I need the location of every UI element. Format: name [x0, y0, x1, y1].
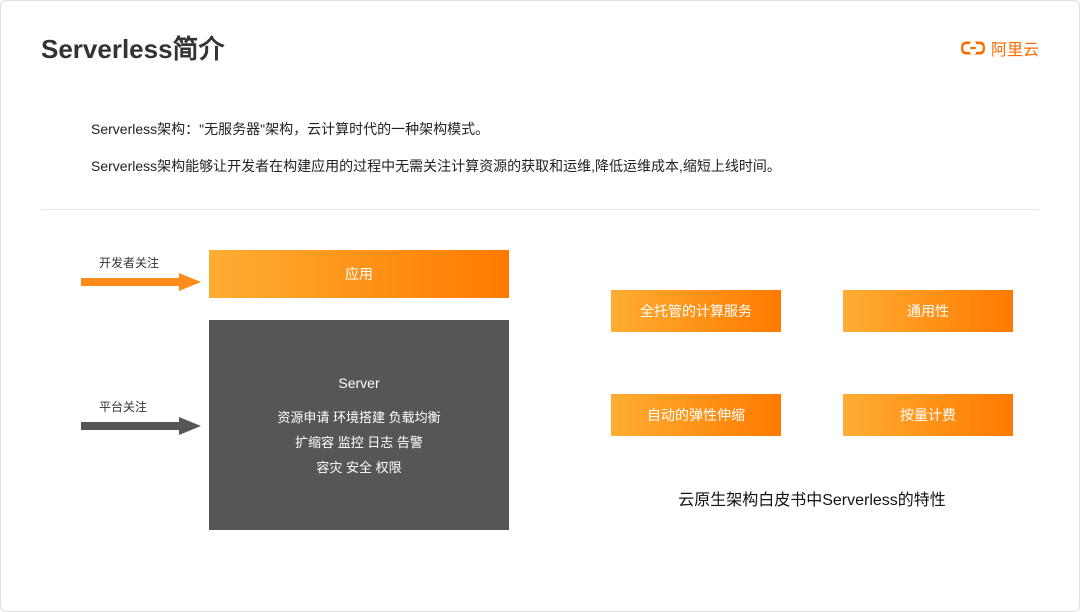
server-layer-line: 容灾 安全 权限 [316, 456, 401, 481]
application-layer-box: 应用 [209, 250, 509, 298]
feature-box-payg: 按量计费 [843, 394, 1013, 436]
feature-grid: 全托管的计算服务 通用性 自动的弹性伸缩 按量计费 [611, 290, 1039, 436]
alibaba-cloud-icon [961, 39, 985, 57]
brand-logo: 阿里云 [961, 36, 1039, 60]
page-title: Serverless简介 [41, 29, 225, 66]
developer-focus-arrow: 开发者关注 [81, 254, 201, 291]
feature-box-general: 通用性 [843, 290, 1013, 332]
slide-header: Serverless简介 阿里云 [1, 1, 1079, 76]
server-layer-title: Server [338, 370, 379, 397]
server-layer-line: 资源申请 环境搭建 负载均衡 [277, 406, 440, 431]
server-layer-box: Server 资源申请 环境搭建 负载均衡 扩缩容 监控 日志 告警 容灾 安全… [209, 320, 509, 530]
arrow-right-icon [81, 273, 201, 291]
feature-box-managed: 全托管的计算服务 [611, 290, 781, 332]
intro-line-1: Serverless架构："无服务器"架构，云计算时代的一种架构模式。 [91, 116, 989, 143]
intro-section: Serverless架构："无服务器"架构，云计算时代的一种架构模式。 Serv… [1, 76, 1079, 201]
arrow-right-icon [81, 417, 201, 435]
platform-focus-arrow: 平台关注 [81, 398, 201, 435]
features-caption: 云原生架构白皮书中Serverless的特性 [611, 486, 1013, 510]
feature-box-autoscale: 自动的弹性伸缩 [611, 394, 781, 436]
main-content: 开发者关注 平台关注 应用 Server 资源申请 环境搭建 负载均衡 扩缩容 … [1, 210, 1079, 510]
developer-focus-label: 开发者关注 [99, 254, 201, 271]
brand-logo-text: 阿里云 [991, 36, 1039, 60]
features-section: 全托管的计算服务 通用性 自动的弹性伸缩 按量计费 云原生架构白皮书中Serve… [511, 250, 1039, 510]
server-layer-line: 扩缩容 监控 日志 告警 [295, 431, 423, 456]
architecture-diagram: 开发者关注 平台关注 应用 Server 资源申请 环境搭建 负载均衡 扩缩容 … [41, 250, 511, 510]
intro-line-2: Serverless架构能够让开发者在构建应用的过程中无需关注计算资源的获取和运… [91, 153, 989, 180]
platform-focus-label: 平台关注 [99, 398, 201, 415]
application-layer-label: 应用 [345, 264, 373, 284]
